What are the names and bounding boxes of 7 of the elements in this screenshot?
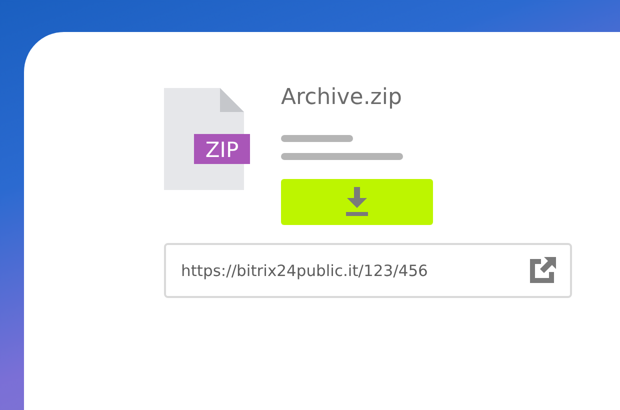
file-name: Archive.zip — [281, 86, 403, 110]
link-url: https://bitrix24public.it/123/456 — [181, 262, 428, 280]
placeholder-line — [281, 135, 353, 142]
download-button[interactable] — [281, 179, 433, 225]
external-link-icon[interactable] — [527, 255, 558, 286]
link-field[interactable]: https://bitrix24public.it/123/456 — [164, 243, 572, 298]
download-icon — [345, 187, 369, 217]
